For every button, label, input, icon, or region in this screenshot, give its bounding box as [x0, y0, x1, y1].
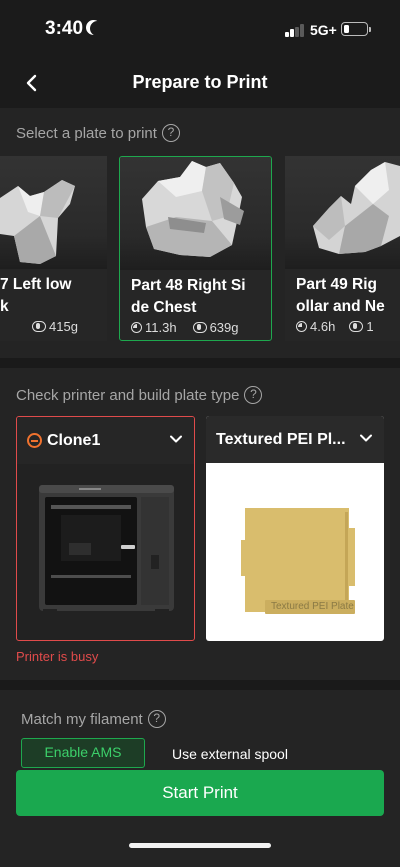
help-icon[interactable]: ?	[147, 710, 166, 728]
plate-meta: 415g	[32, 319, 78, 334]
help-icon[interactable]: ?	[244, 386, 263, 404]
filament-spool-icon	[192, 322, 207, 333]
plate-section-label-text: Select a plate to print	[16, 124, 157, 142]
plate-name: Part 48 Right Si de Chest	[131, 277, 246, 316]
plate-meta: 4.6h 1	[296, 319, 374, 334]
enable-ams-button[interactable]: Enable AMS	[21, 738, 145, 768]
filament-spool-icon	[349, 321, 364, 332]
plate-time: 11.3h	[145, 320, 177, 335]
printer-section-label-text: Check printer and build plate type	[16, 386, 240, 404]
filament-section-label: Match my filament ?	[21, 710, 166, 728]
battery-icon	[341, 22, 371, 36]
build-plate-name: Textured PEI Pl...	[216, 430, 346, 448]
build-plate-selector[interactable]: Textured PEI Pl... Textured PEI Plate	[206, 416, 384, 641]
chevron-down-icon	[170, 435, 182, 443]
printer-section-label: Check printer and build plate type ?	[16, 386, 263, 404]
filament-section-label-text: Match my filament	[21, 710, 143, 728]
plate-card-selected[interactable]: Part 48 Right Si de Chest 11.3h 639g	[119, 156, 272, 341]
printer-section: Check printer and build plate type ? Clo…	[0, 368, 400, 680]
plate-thumbnail	[0, 156, 107, 269]
printer-name: Clone1	[47, 431, 101, 449]
plate-thumbnail	[120, 157, 271, 270]
plate-section-label: Select a plate to print ?	[16, 124, 180, 142]
build-plate-image: Textured PEI Plate	[241, 504, 359, 616]
clock-icon	[296, 321, 307, 332]
clock-icon	[131, 322, 142, 333]
printer-image	[39, 485, 174, 614]
network-label: 5G+	[310, 22, 337, 38]
busy-status-icon	[27, 433, 42, 448]
start-print-button[interactable]: Start Print	[16, 770, 384, 816]
plate-card[interactable]: 7 Left low k 415g	[0, 156, 107, 341]
plate-weight: 1	[366, 319, 374, 334]
help-icon[interactable]: ?	[161, 124, 180, 142]
printer-status-text: Printer is busy	[16, 649, 99, 664]
external-spool-option[interactable]: Use external spool	[172, 746, 288, 762]
moon-icon	[90, 21, 105, 36]
status-bar: 3:40 5G+	[0, 0, 400, 58]
plate-weight: 415g	[49, 319, 78, 334]
plate-name: 7 Left low k	[0, 276, 72, 315]
plate-meta: 11.3h 639g	[131, 320, 239, 335]
home-indicator	[129, 843, 271, 848]
chevron-down-icon	[360, 434, 372, 442]
plate-selection-section: Select a plate to print ? 7 Left low k 4…	[0, 108, 400, 358]
printer-dropdown[interactable]: Clone1	[17, 417, 194, 464]
plate-weight: 639g	[209, 320, 239, 335]
build-plate-dropdown[interactable]: Textured PEI Pl...	[206, 416, 384, 463]
plate-name: Part 49 Rig ollar and Ne	[296, 276, 385, 315]
plate-thumbnail	[285, 156, 400, 269]
status-time: 3:40	[45, 18, 84, 39]
plate-time: 4.6h	[310, 319, 336, 334]
nav-header: Prepare to Print	[0, 58, 400, 108]
filament-spool-icon	[32, 321, 46, 332]
printer-selector[interactable]: Clone1	[16, 416, 195, 641]
plate-card[interactable]: Part 49 Rig ollar and Ne 4.6h 1	[285, 156, 400, 341]
filament-section: Match my filament ? Enable AMS Use exter…	[0, 690, 400, 867]
page-title: Prepare to Print	[132, 72, 268, 92]
signal-icon	[285, 24, 307, 37]
build-plate-caption: Textured PEI Plate	[271, 601, 354, 612]
